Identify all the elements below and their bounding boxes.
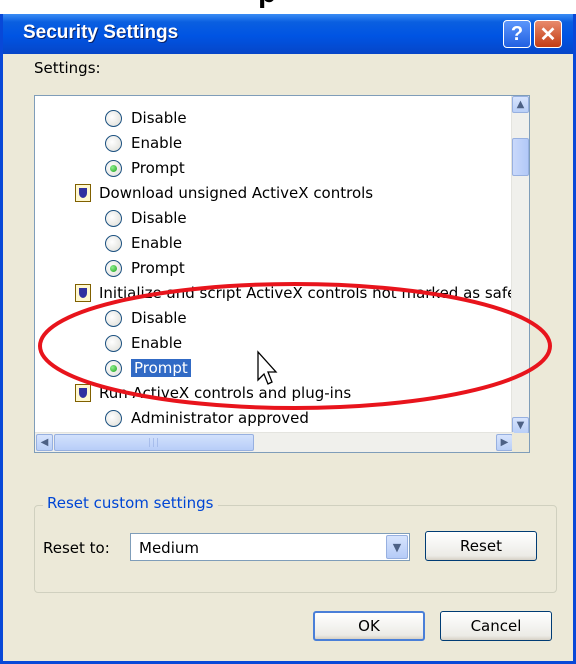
settings-tree-list[interactable]: Disable Enable Prompt Download unsigned Act… bbox=[34, 95, 530, 453]
radio-checked[interactable] bbox=[105, 259, 122, 277]
reset-to-label: Reset to: bbox=[43, 539, 110, 557]
activex-shield-icon bbox=[75, 384, 91, 402]
option-label: Disable bbox=[131, 309, 187, 327]
setting-option[interactable]: Administrator approved bbox=[105, 406, 309, 430]
vertical-scroll-thumb[interactable] bbox=[512, 138, 529, 176]
setting-option[interactable]: Prompt bbox=[105, 156, 185, 180]
category-label: Download unsigned ActiveX controls bbox=[99, 184, 374, 202]
reset-button[interactable]: Reset bbox=[425, 531, 537, 561]
category-label: Initialize and script ActiveX controls n… bbox=[99, 284, 517, 302]
setting-category: Run ActiveX controls and plug-ins bbox=[75, 381, 351, 405]
close-button[interactable]: ✕ bbox=[534, 20, 562, 48]
radio-unchecked[interactable] bbox=[105, 234, 122, 252]
horizontal-scrollbar[interactable]: ◀ ||| ▶ bbox=[35, 432, 514, 452]
chevron-left-icon: ◀ bbox=[40, 437, 49, 448]
option-label: Prompt bbox=[131, 359, 191, 377]
security-level-dropdown[interactable]: Medium ▼ bbox=[130, 533, 410, 561]
grip-icon: ||| bbox=[147, 437, 161, 448]
chevron-right-icon: ▶ bbox=[500, 437, 509, 448]
option-label: Enable bbox=[131, 334, 183, 352]
option-label: Administrator approved bbox=[131, 409, 309, 427]
help-button[interactable]: ? bbox=[503, 20, 531, 48]
settings-label: Settings: bbox=[34, 59, 101, 77]
option-label: Enable bbox=[131, 134, 183, 152]
dropdown-value: Medium bbox=[139, 539, 199, 557]
chevron-down-icon: ▼ bbox=[516, 420, 525, 431]
setting-option[interactable]: Prompt bbox=[105, 356, 191, 380]
scrollbar-corner bbox=[512, 433, 529, 452]
scroll-right-button[interactable]: ▶ bbox=[496, 434, 513, 451]
top-strip: p bbox=[0, 0, 576, 14]
radio-unchecked[interactable] bbox=[105, 309, 122, 327]
option-label: Enable bbox=[131, 234, 183, 252]
option-label: Disable bbox=[131, 109, 187, 127]
group-title: Reset custom settings bbox=[43, 494, 218, 512]
radio-unchecked[interactable] bbox=[105, 334, 122, 352]
setting-option[interactable]: Enable bbox=[105, 131, 182, 155]
chevron-up-icon: ▲ bbox=[516, 99, 525, 110]
setting-option[interactable]: Disable bbox=[105, 306, 187, 330]
chevron-down-icon: ▼ bbox=[392, 540, 402, 554]
setting-option[interactable]: Enable bbox=[105, 331, 182, 355]
option-label: Prompt bbox=[131, 159, 185, 177]
setting-option[interactable]: Disable bbox=[105, 206, 187, 230]
horizontal-scroll-thumb[interactable]: ||| bbox=[54, 434, 254, 451]
ok-button[interactable]: OK bbox=[313, 611, 425, 641]
scroll-down-button[interactable]: ▼ bbox=[512, 417, 529, 434]
setting-option[interactable]: Enable bbox=[105, 231, 182, 255]
question-mark-icon: ? bbox=[510, 22, 524, 45]
scroll-up-button[interactable]: ▲ bbox=[512, 96, 529, 113]
option-label: Disable bbox=[131, 209, 187, 227]
setting-option[interactable]: Prompt bbox=[105, 256, 185, 280]
setting-category: Download unsigned ActiveX controls bbox=[75, 181, 373, 205]
radio-unchecked[interactable] bbox=[105, 109, 122, 127]
dialog-title: Security Settings bbox=[23, 22, 179, 43]
category-label: Run ActiveX controls and plug-ins bbox=[99, 384, 352, 402]
cancel-button[interactable]: Cancel bbox=[440, 611, 552, 641]
vertical-scrollbar[interactable]: ▲ ▼ bbox=[511, 96, 529, 434]
radio-unchecked[interactable] bbox=[105, 134, 122, 152]
option-label: Prompt bbox=[131, 259, 185, 277]
activex-shield-icon bbox=[75, 284, 91, 302]
radio-unchecked[interactable] bbox=[105, 209, 122, 227]
clipped-heading-text: p bbox=[258, 0, 276, 10]
radio-checked[interactable] bbox=[105, 159, 122, 177]
scroll-left-button[interactable]: ◀ bbox=[36, 434, 53, 451]
setting-option[interactable]: Disable bbox=[105, 106, 187, 130]
activex-shield-icon bbox=[75, 184, 91, 202]
title-bar[interactable]: Security Settings ? ✕ bbox=[3, 14, 573, 54]
dropdown-arrow-button[interactable]: ▼ bbox=[386, 535, 408, 559]
setting-category: Initialize and script ActiveX controls n… bbox=[75, 281, 516, 305]
radio-unchecked[interactable] bbox=[105, 409, 122, 427]
close-icon: ✕ bbox=[539, 23, 557, 46]
radio-checked[interactable] bbox=[105, 359, 122, 377]
